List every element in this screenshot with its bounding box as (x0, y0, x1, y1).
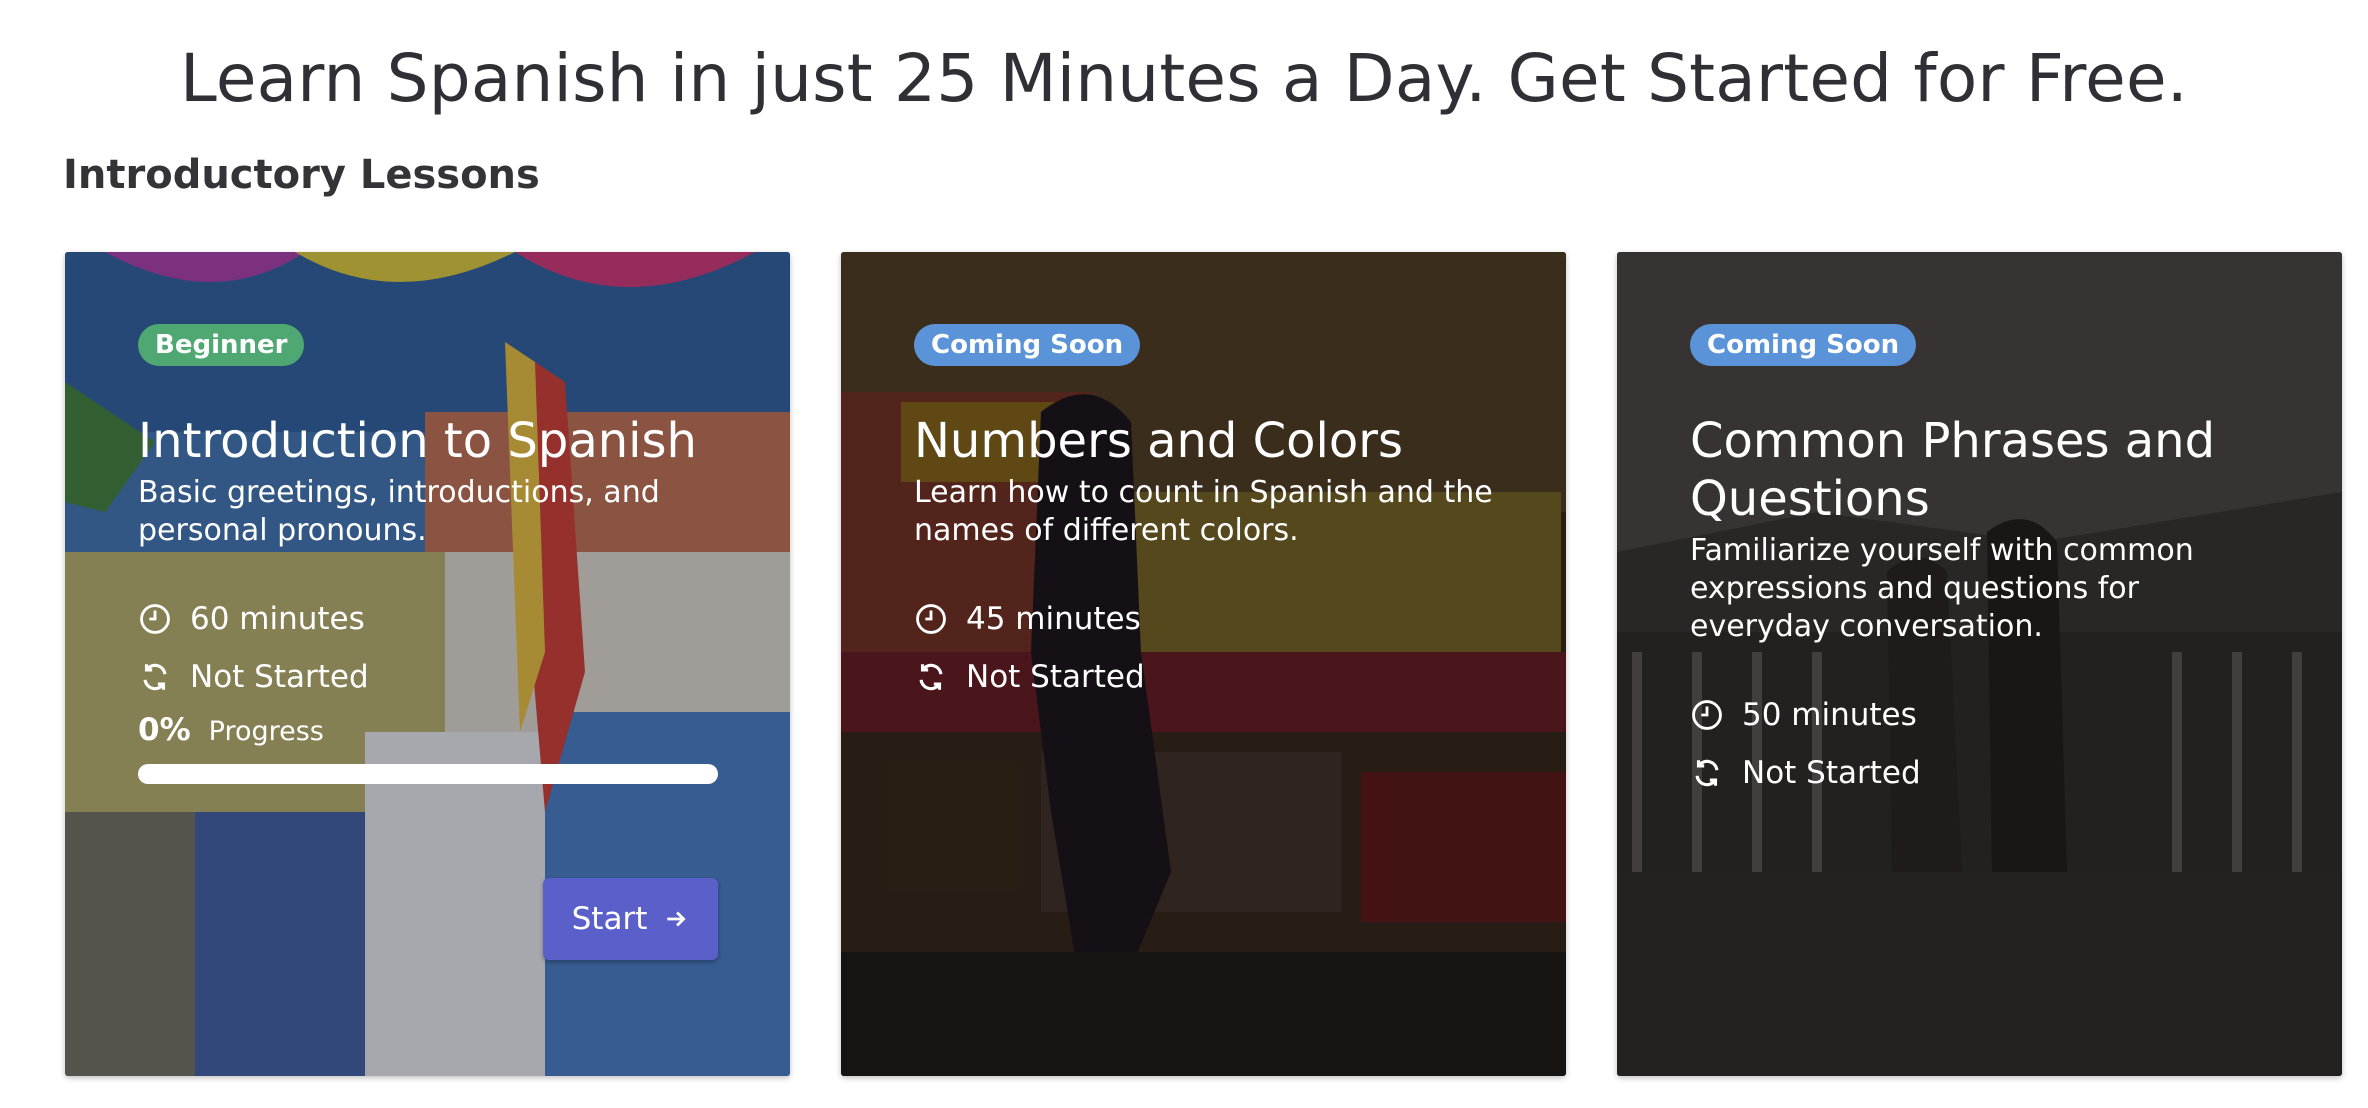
clock-icon (1692, 700, 1722, 730)
card-description: Learn how to count in Spanish and the na… (914, 475, 1493, 548)
duration-text: 45 minutes (966, 601, 1141, 637)
section-title: Introductory Lessons (63, 152, 540, 198)
progress-value: 0% (138, 712, 191, 748)
page-title: Learn Spanish in just 25 Minutes a Day. … (180, 40, 2188, 117)
start-button-label: Start (571, 901, 648, 937)
lesson-card-numbers-colors[interactable]: Coming Soon Numbers and Colors Learn how… (841, 252, 1566, 1076)
status-text: Not Started (190, 659, 369, 695)
duration-text: 60 minutes (190, 601, 365, 637)
status-row: Not Started (914, 648, 1496, 706)
duration-row: 50 minutes (1690, 686, 2272, 744)
clock-icon (916, 604, 946, 634)
status-badge: Coming Soon (914, 324, 1141, 366)
card-title: Introduction to Spanish (138, 413, 697, 469)
card-description: Familiarize yourself with common express… (1690, 533, 2194, 644)
lesson-card-introduction[interactable]: Beginner Introduction to Spanish Basic g… (65, 252, 790, 1076)
sync-icon (143, 663, 167, 691)
duration-row: 45 minutes (914, 590, 1496, 648)
status-text: Not Started (1742, 755, 1921, 791)
progress-bar (138, 764, 718, 784)
card-description: Basic greetings, introductions, and pers… (138, 475, 660, 548)
status-row: Not Started (1690, 744, 2272, 802)
card-title: Common Phrases and Questions (1690, 413, 2216, 527)
progress-label: Progress (208, 716, 324, 747)
card-title: Numbers and Colors (914, 413, 1403, 469)
progress-line: 0% Progress (138, 712, 720, 748)
level-badge: Beginner (138, 324, 305, 366)
start-button[interactable]: Start (543, 878, 718, 960)
duration-text: 50 minutes (1742, 697, 1917, 733)
arrow-right-icon (667, 911, 686, 927)
lesson-card-common-phrases[interactable]: Coming Soon Common Phrases and Questions… (1617, 252, 2342, 1076)
sync-icon (919, 663, 943, 691)
status-row: Not Started (138, 648, 720, 706)
duration-row: 60 minutes (138, 590, 720, 648)
status-text: Not Started (966, 659, 1145, 695)
sync-icon (1695, 759, 1719, 787)
status-badge: Coming Soon (1690, 324, 1917, 366)
clock-icon (140, 604, 170, 634)
